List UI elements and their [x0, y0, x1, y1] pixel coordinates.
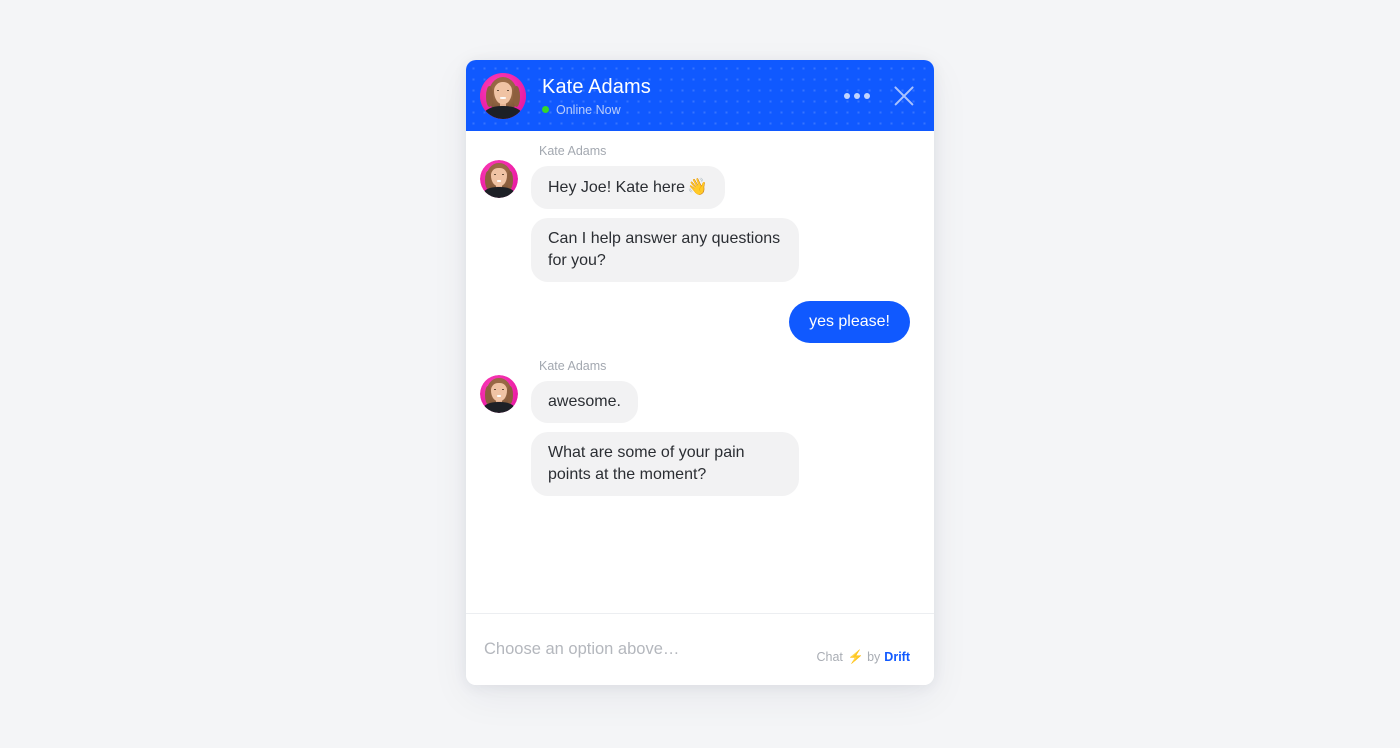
agent-photo-avatar[interactable] [480, 160, 518, 198]
brand-middle: by [867, 649, 881, 664]
chat-header: Kate Adams Online Now [466, 60, 934, 131]
message-group-outgoing: yes please! [466, 301, 934, 343]
brand-prefix: Chat [816, 649, 843, 664]
screen-background: Kate Adams Online Now Kate Adams Hey Joe… [0, 0, 1400, 748]
drift-branding[interactable]: Chat ⚡ by Drift [817, 650, 911, 664]
avatar-portrait-art [480, 375, 518, 413]
message-group-incoming: Kate Adams awesome. What are some of you… [466, 359, 934, 505]
message-list[interactable]: Kate Adams Hey Joe! Kate here 👋 Can I hel… [466, 131, 934, 613]
message-text: Hey Joe! Kate here [548, 179, 685, 196]
header-agent-info: Kate Adams Online Now [542, 75, 842, 117]
drift-chat-widget: Kate Adams Online Now Kate Adams Hey Joe… [466, 60, 934, 685]
status-label: Online Now [556, 102, 621, 117]
agent-name: Kate Adams [542, 75, 651, 98]
sender-name: Kate Adams [539, 359, 607, 373]
avatar-portrait-art [480, 72, 526, 119]
message-bubble: Hey Joe! Kate here 👋 [531, 166, 725, 209]
agent-photo-avatar[interactable] [480, 375, 518, 413]
message-bubble: Can I help answer any questions for you? [531, 218, 799, 282]
online-status-dot [542, 106, 549, 113]
message-input[interactable] [484, 640, 817, 659]
message-group-incoming: Kate Adams Hey Joe! Kate here 👋 Can I hel… [466, 144, 934, 291]
close-icon[interactable] [890, 82, 918, 110]
sender-name: Kate Adams [539, 144, 607, 158]
status-badge: Online Now [542, 103, 842, 117]
message-bubble-outgoing: yes please! [789, 301, 910, 343]
message-bubble: awesome. [531, 381, 638, 423]
message-group-content: Kate Adams awesome. What are some of you… [531, 359, 799, 505]
agent-photo-avatar[interactable] [480, 72, 526, 119]
lightning-bolt-icon: ⚡ [847, 649, 865, 664]
more-options-icon[interactable] [842, 87, 872, 105]
header-actions [842, 82, 918, 110]
avatar-portrait-art [480, 160, 518, 198]
chat-composer: Chat ⚡ by Drift [466, 613, 934, 685]
waving-hand-icon: 👋 [686, 178, 708, 196]
message-bubble: What are some of your pain points at the… [531, 432, 799, 496]
message-group-content: Kate Adams Hey Joe! Kate here 👋 Can I hel… [531, 144, 799, 291]
brand-name: Drift [884, 649, 910, 664]
